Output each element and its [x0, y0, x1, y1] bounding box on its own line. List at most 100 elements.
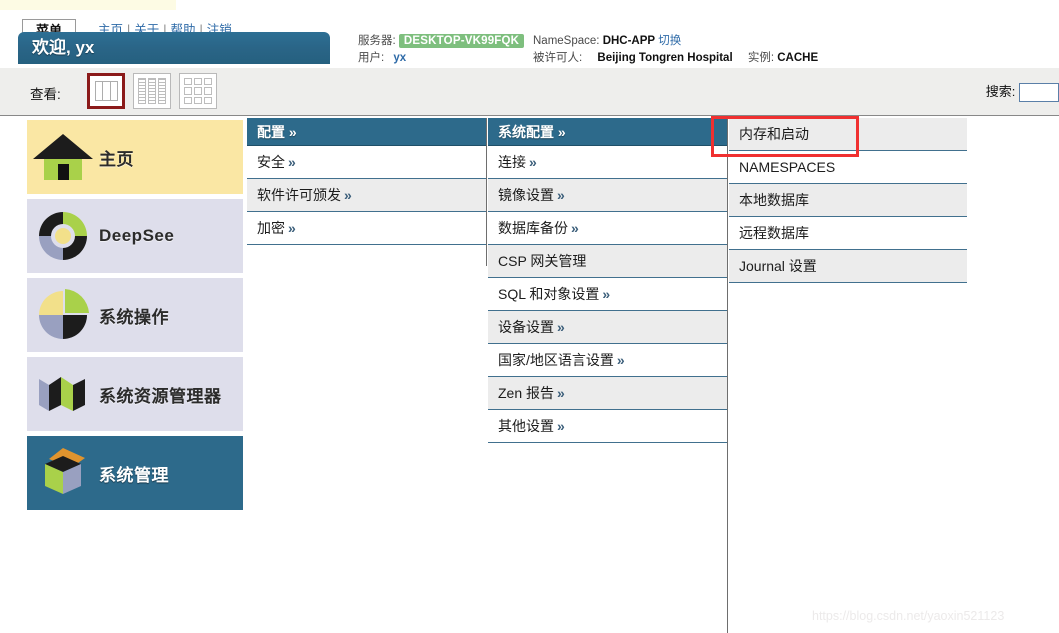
glyph-part	[194, 96, 202, 104]
app-root: 菜单 主页 | 关于 | 帮助 | 注销 欢迎, yx 服务器: DESKTOP-VK99F…	[0, 0, 1059, 633]
menu-row-connections[interactable]: 连接»	[488, 146, 728, 179]
chevron-icon: »	[529, 154, 537, 170]
list-view-icon[interactable]	[133, 73, 171, 109]
menu-row-label: CSP 网关管理	[498, 253, 587, 269]
glyph-part	[148, 78, 156, 104]
cube-box-icon	[27, 436, 99, 510]
sidebar-item-label: 系统管理	[99, 465, 169, 485]
glyph-part	[204, 87, 212, 95]
search-label: 搜索:	[985, 84, 1016, 99]
menu-row-remote-databases[interactable]: 远程数据库	[729, 217, 967, 250]
menu-row-label: 本地数据库	[739, 192, 809, 208]
namespace-value: DHC-APP	[602, 35, 656, 47]
explorer-zigzag-icon	[27, 357, 99, 431]
welcome-banner: 欢迎, yx	[18, 32, 330, 64]
columns-view-icon[interactable]	[87, 73, 125, 109]
deepsee-donut-icon	[27, 199, 99, 273]
sidebar-item-system-operation[interactable]: 系统操作	[27, 278, 243, 352]
menu-row-label: 镜像设置	[498, 187, 554, 203]
namespace-group: NameSpace: DHC-APP 切换	[533, 34, 681, 49]
glyph-part	[158, 78, 166, 104]
menu-row-memory-and-startup[interactable]: 内存和启动	[729, 118, 967, 151]
glyph-part	[184, 78, 192, 86]
server-info-panel: 服务器: DESKTOP-VK99FQK NameSpace: DHC-APP …	[358, 33, 998, 65]
menu-row-label: Zen 报告	[498, 385, 555, 401]
list-view-glyph	[138, 78, 166, 104]
chevron-icon: »	[557, 385, 565, 401]
user-value: yx	[393, 52, 407, 64]
menu-row-label: 加密	[257, 220, 285, 236]
chevron-icon: »	[288, 220, 296, 236]
menu-row-label: 连接	[498, 154, 526, 170]
glyph-part	[184, 96, 192, 104]
columns-view-glyph	[95, 81, 118, 101]
watermark: https://blog.csdn.net/yaoxin521123	[812, 609, 1005, 623]
menu-row-label: 远程数据库	[739, 225, 809, 241]
server-info-row-1: 服务器: DESKTOP-VK99FQK NameSpace: DHC-APP …	[358, 34, 681, 49]
home-icon	[27, 120, 99, 194]
menu-row-additional-settings[interactable]: 其他设置»	[488, 410, 728, 443]
menu-row-label: 内存和启动	[739, 126, 809, 142]
chevron-icon: »	[571, 220, 579, 236]
menu-row-encryption[interactable]: 加密»	[247, 212, 487, 245]
menu-row-label: 设备设置	[498, 319, 554, 335]
glyph-part	[138, 78, 146, 104]
column-2-divider	[727, 118, 728, 633]
chevron-icon: »	[288, 154, 296, 170]
menu-row-device-settings[interactable]: 设备设置»	[488, 311, 728, 344]
glyph-part	[204, 78, 212, 86]
menu-row-label: 其他设置	[498, 418, 554, 434]
chevron-icon: »	[557, 319, 565, 335]
sidebar-item-system-management[interactable]: 系统管理	[27, 436, 243, 510]
menu-row-namespaces[interactable]: NAMESPACES	[729, 151, 967, 184]
menu-row-csp-gateway[interactable]: CSP 网关管理	[488, 245, 728, 278]
server-info-row-2: 用户: yx 被许可人: Beijing Tongren Hospital 实例…	[358, 51, 818, 66]
menu-row-national-language-settings[interactable]: 国家/地区语言设置»	[488, 344, 728, 377]
menu-row-mirror-settings[interactable]: 镜像设置»	[488, 179, 728, 212]
menu-row-label: SQL 和对象设置	[498, 286, 600, 302]
licensee-group: 被许可人: Beijing Tongren Hospital 实例: CACHE	[533, 51, 818, 66]
licensee-label: 被许可人:	[533, 52, 583, 64]
menu-row-label: 数据库备份	[498, 220, 568, 236]
glyph-part	[109, 81, 118, 101]
instance-label: 实例:	[747, 52, 775, 64]
chevron-icon: »	[616, 352, 625, 368]
glyph-part	[194, 87, 202, 95]
sidebar: 主页 DeepSee 系统操作 系统资源管理器 系统管理	[27, 120, 243, 515]
namespace-label: NameSpace:	[533, 35, 600, 47]
server-label: 服务器:	[358, 35, 396, 47]
search-area: 搜索:	[985, 81, 1059, 103]
menu-row-label: Journal 设置	[739, 258, 817, 274]
server-name-badge: DESKTOP-VK99FQK	[398, 34, 525, 48]
menu-column-memory-startup: 内存和启动 NAMESPACES 本地数据库 远程数据库 Journal 设置	[729, 118, 967, 283]
chevron-icon: »	[557, 418, 565, 434]
menu-row-journal-settings[interactable]: Journal 设置	[729, 250, 967, 283]
namespace-switch-link[interactable]: 切换	[658, 35, 681, 47]
chevron-icon: »	[344, 187, 352, 203]
menu-column-configuration: 配置 » 安全» 软件许可颁发» 加密»	[247, 118, 487, 245]
menu-row-security[interactable]: 安全»	[247, 146, 487, 179]
menu-row-label: 国家/地区语言设置	[498, 352, 614, 368]
grid-view-glyph	[184, 78, 212, 104]
menu-row-label: 软件许可颁发	[257, 187, 341, 203]
column-header-configuration[interactable]: 配置 »	[247, 118, 487, 146]
chevron-icon: »	[557, 187, 565, 203]
sidebar-item-system-explorer[interactable]: 系统资源管理器	[27, 357, 243, 431]
menu-row-licensing[interactable]: 软件许可颁发»	[247, 179, 487, 212]
menu-row-zen-reports[interactable]: Zen 报告»	[488, 377, 728, 410]
glyph-part	[184, 87, 192, 95]
menu-row-database-backup[interactable]: 数据库备份»	[488, 212, 728, 245]
grid-view-icon[interactable]	[179, 73, 217, 109]
search-input[interactable]	[1019, 83, 1059, 103]
menu-row-sql-object-settings[interactable]: SQL 和对象设置»	[488, 278, 728, 311]
column-1-divider	[486, 118, 487, 266]
sidebar-item-label: DeepSee	[99, 226, 175, 245]
glyph-part	[194, 78, 202, 86]
top-strip-right-fill	[176, 0, 1059, 10]
sidebar-item-deepsee[interactable]: DeepSee	[27, 199, 243, 273]
menu-row-label: 安全	[257, 154, 285, 170]
menu-row-local-databases[interactable]: 本地数据库	[729, 184, 967, 217]
column-header-system-configuration[interactable]: 系统配置 »	[488, 118, 728, 146]
view-label: 查看:	[30, 87, 61, 102]
sidebar-item-home[interactable]: 主页	[27, 120, 243, 194]
